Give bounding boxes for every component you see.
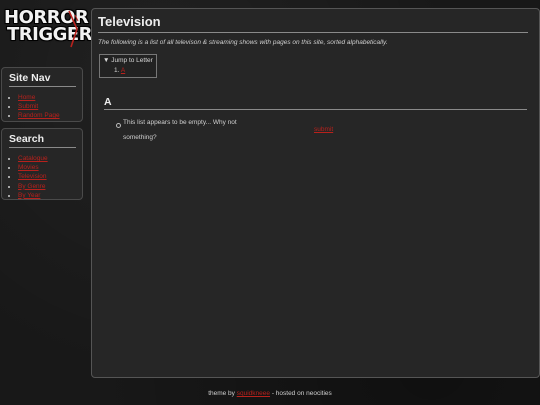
jump-to-letter-details[interactable]: ▼ Jump to Letter 1. A <box>99 54 157 78</box>
search-link-television[interactable]: Television <box>18 173 47 180</box>
nav-link-home[interactable]: Home <box>18 94 35 101</box>
empty-list-message: This list appears to be empty... Why not <box>123 119 237 126</box>
site-nav-item: Submit <box>18 102 82 111</box>
jump-link-a[interactable]: A <box>121 67 125 74</box>
section-heading-a: A <box>104 96 527 110</box>
footer-author-link[interactable]: squidkneee <box>237 390 270 397</box>
intro-text: The following is a list of all televison… <box>98 39 388 46</box>
circle-bullet-icon <box>116 123 121 128</box>
footer: theme by squidkneee - hosted on neocitie… <box>0 390 540 397</box>
site-nav-list: Home Submit Random Page <box>2 93 82 121</box>
empty-list-message-end: something? <box>123 134 157 141</box>
jump-list-item: 1. A <box>114 67 125 74</box>
nav-link-submit[interactable]: Submit <box>18 103 38 110</box>
site-nav-item: Random Page <box>18 111 82 120</box>
jump-summary-label: Jump to Letter <box>111 57 153 64</box>
nav-link-random-page[interactable]: Random Page <box>18 112 60 119</box>
search-link-movies[interactable]: Movies <box>18 164 39 171</box>
site-logo[interactable]: HORROR TRIGGER <box>4 9 93 48</box>
search-list: Catalogue Movies Television By Genre By … <box>2 154 82 200</box>
search-item: Television <box>18 172 82 181</box>
search-title: Search <box>9 133 76 148</box>
search-link-by-genre[interactable]: By Genre <box>18 183 45 190</box>
knife-slash-icon <box>68 10 79 48</box>
footer-prefix: theme by <box>208 390 235 397</box>
disclosure-triangle-icon: ▼ <box>103 57 110 64</box>
main-panel: Television The following is a list of al… <box>91 8 540 378</box>
search-box: Search Catalogue Movies Television By Ge… <box>1 128 83 200</box>
jump-summary[interactable]: ▼ Jump to Letter <box>103 57 153 64</box>
search-link-by-year[interactable]: By Year <box>18 192 40 199</box>
search-item: By Genre <box>18 182 82 191</box>
search-item: Movies <box>18 163 82 172</box>
search-item: By Year <box>18 191 82 200</box>
search-link-catalogue[interactable]: Catalogue <box>18 155 48 162</box>
submit-link[interactable]: submit <box>314 126 333 133</box>
jump-item-number: 1. <box>114 67 120 74</box>
site-nav-box: Site Nav Home Submit Random Page <box>1 67 83 122</box>
search-item: Catalogue <box>18 154 82 163</box>
site-nav-item: Home <box>18 93 82 102</box>
footer-suffix: - hosted on neocities <box>271 390 332 397</box>
page-title: Television <box>98 14 528 33</box>
site-nav-title: Site Nav <box>9 72 76 87</box>
